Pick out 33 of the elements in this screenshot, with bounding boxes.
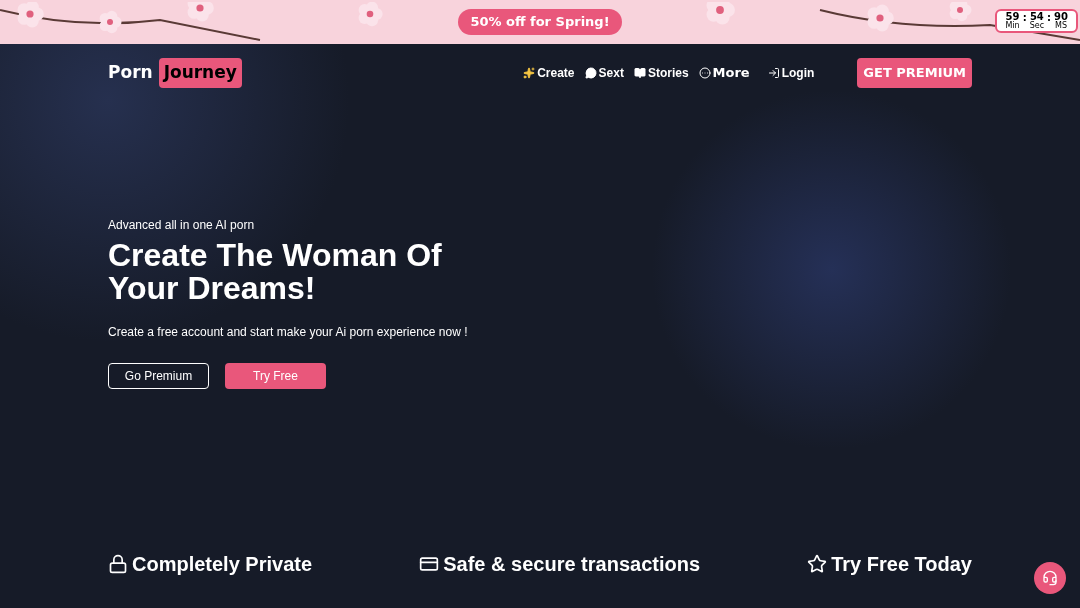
hero-subtitle: Create a free account and start make your Ai porn experience now !	[108, 324, 469, 341]
timer-separator: :	[1047, 12, 1052, 24]
lock-icon	[108, 554, 128, 574]
nav-link[interactable]: More	[698, 63, 750, 83]
nav-link[interactable]: Sext	[584, 64, 624, 82]
timer-unit: Min	[1005, 22, 1020, 30]
timer-unit: MS	[1055, 22, 1068, 30]
login-icon	[767, 67, 780, 79]
go-premium-button[interactable]: Go Premium	[108, 363, 209, 389]
timer-value: 59	[1005, 12, 1020, 22]
hero-eyebrow: Advanced all in one AI porn	[108, 217, 256, 234]
headset-icon	[1042, 570, 1058, 586]
nav-link[interactable]: Login	[767, 64, 815, 82]
star-icon	[807, 554, 828, 574]
ellipsis-circle-icon	[698, 67, 711, 79]
timer-value: 54	[1029, 12, 1044, 22]
nav-link[interactable]: Stories	[633, 64, 689, 82]
feature-title: Try Free Today	[831, 552, 972, 577]
timer-separator: :	[1022, 12, 1027, 24]
logo[interactable]: Porn Journey	[108, 58, 242, 88]
support-button[interactable]	[1034, 562, 1066, 594]
timer-value: 90	[1054, 12, 1068, 22]
book-icon	[633, 67, 646, 79]
logo-text: Porn	[108, 61, 153, 85]
sparkles-icon	[523, 67, 536, 79]
feature-title: Completely Private	[132, 552, 313, 577]
feature-title: Safe & secure transactions	[443, 552, 701, 577]
hero-title: Create The Woman Of Your Dreams!	[108, 239, 443, 305]
chat-bubble-icon	[584, 67, 597, 79]
timer-unit: Sec	[1029, 22, 1045, 30]
nav-link[interactable]: Create	[523, 64, 575, 82]
logo-highlight: Journey	[158, 58, 242, 88]
credit-card-icon	[419, 554, 440, 574]
